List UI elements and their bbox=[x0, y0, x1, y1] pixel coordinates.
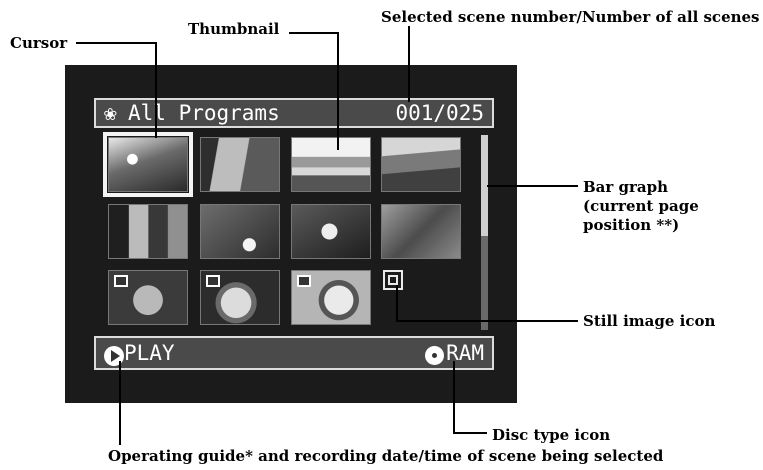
thumbnail[interactable] bbox=[381, 137, 461, 192]
leader-line-cursor bbox=[155, 42, 157, 138]
bar-graph-position bbox=[481, 236, 488, 330]
scene-counter: 001/025 bbox=[395, 101, 484, 125]
thumbnail[interactable] bbox=[291, 137, 371, 192]
leader-line-still-icon bbox=[396, 320, 578, 322]
thumbnail[interactable] bbox=[200, 204, 280, 259]
label-cursor: Cursor bbox=[10, 34, 68, 52]
operating-guide: PLAY bbox=[124, 341, 175, 365]
thumbnail-selected[interactable] bbox=[103, 132, 193, 197]
leader-line-disc-type bbox=[453, 432, 487, 434]
leader-line-still-icon bbox=[396, 285, 398, 322]
disc-type: RAM bbox=[446, 341, 484, 365]
thumbnail[interactable] bbox=[200, 137, 280, 192]
thumbnail[interactable] bbox=[108, 204, 188, 259]
leader-line-thumbnail bbox=[289, 32, 339, 34]
thumbnail[interactable] bbox=[381, 204, 461, 259]
thumbnail[interactable] bbox=[291, 270, 371, 325]
leader-line-disc-type bbox=[453, 361, 455, 434]
still-image-icon bbox=[114, 275, 128, 287]
leader-line-cursor bbox=[76, 42, 157, 44]
label-disc-type-icon: Disc type icon bbox=[492, 426, 611, 444]
still-image-icon bbox=[297, 275, 311, 287]
title-bar: ❀ All Programs 001/025 bbox=[94, 98, 494, 128]
still-image-icon bbox=[383, 270, 403, 290]
label-operating-guide: Operating guide* and recording date/time… bbox=[108, 447, 664, 465]
leader-line-operating-guide bbox=[119, 361, 121, 445]
label-bar-graph-line2: (current page bbox=[583, 197, 699, 215]
leader-line-bar-graph bbox=[487, 185, 578, 187]
leader-line-scene-number bbox=[408, 26, 410, 102]
label-bar-graph-line3: position **) bbox=[583, 216, 680, 234]
thumbnail[interactable] bbox=[108, 270, 188, 325]
play-icon bbox=[104, 345, 124, 366]
still-image-icon bbox=[206, 275, 220, 287]
disc-icon bbox=[425, 346, 445, 365]
disc-menu-icon: ❀ bbox=[104, 101, 117, 125]
thumbnail[interactable] bbox=[291, 204, 371, 259]
bottom-bar: PLAY RAM bbox=[94, 336, 494, 370]
label-still-image-icon: Still image icon bbox=[583, 312, 716, 330]
screen-title: All Programs bbox=[128, 101, 280, 125]
bar-graph[interactable] bbox=[481, 135, 488, 330]
thumbnail[interactable] bbox=[200, 270, 280, 325]
label-selected-scene: Selected scene number/Number of all scen… bbox=[381, 8, 760, 26]
label-thumbnail: Thumbnail bbox=[188, 20, 280, 38]
label-bar-graph: Bar graph bbox=[583, 178, 669, 196]
leader-line-thumbnail bbox=[337, 32, 339, 150]
